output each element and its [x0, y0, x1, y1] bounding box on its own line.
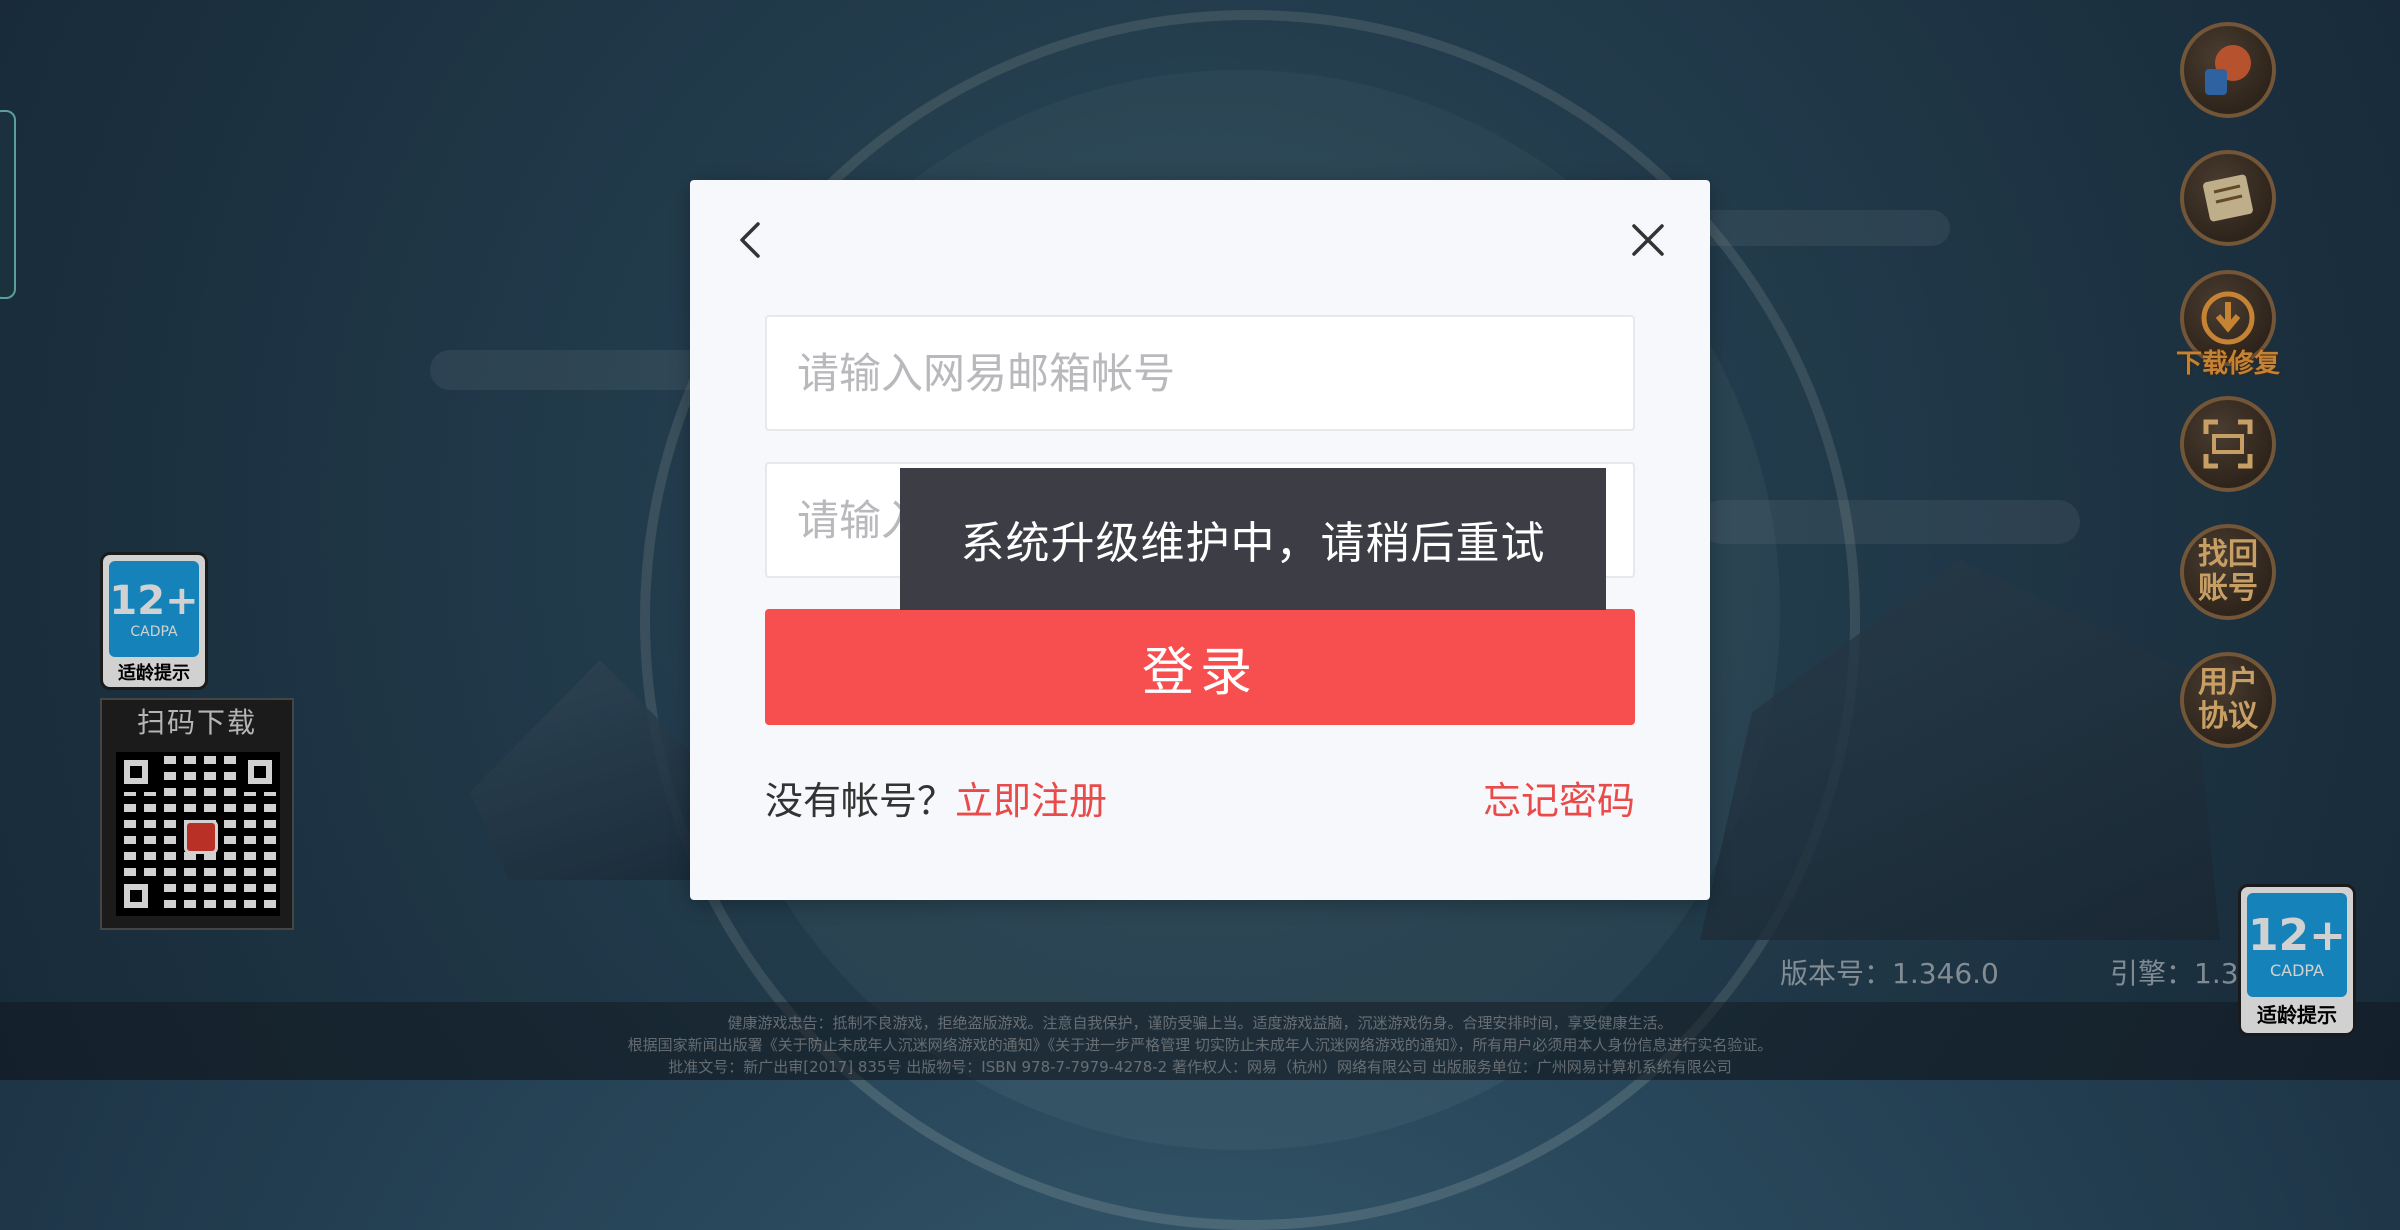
- maintenance-toast: 系统升级维护中，请稍后重试: [900, 468, 1606, 610]
- no-account-prompt: 没有帐号？立即注册: [765, 770, 1107, 825]
- email-input[interactable]: [765, 315, 1635, 431]
- forgot-password-link[interactable]: 忘记密码: [1483, 770, 1635, 825]
- no-account-text: 没有帐号？: [765, 779, 956, 823]
- close-button[interactable]: [1626, 218, 1670, 262]
- chevron-left-icon: [740, 222, 760, 258]
- close-icon: [1632, 224, 1664, 256]
- register-link[interactable]: 立即注册: [955, 779, 1107, 823]
- account-links-row: 没有帐号？立即注册 忘记密码: [765, 770, 1635, 830]
- back-button[interactable]: [730, 218, 774, 262]
- login-button[interactable]: 登录: [765, 609, 1635, 725]
